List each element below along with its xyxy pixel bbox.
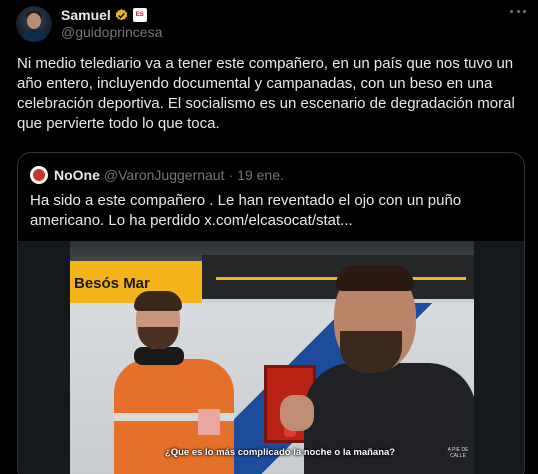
quoted-tweet[interactable]: NoOne @VaronJuggernaut · 19 ene. Ha sido…: [17, 152, 525, 474]
tweet-text: Ni medio telediario va a tener este comp…: [17, 55, 515, 132]
quote-handle[interactable]: @VaronJuggernaut: [104, 167, 225, 183]
quote-header: NoOne @VaronJuggernaut · 19 ene.: [30, 166, 284, 184]
author-avatar[interactable]: [16, 6, 52, 42]
quote-display-name[interactable]: NoOne: [54, 167, 100, 183]
video-frame: Besós Mar ¿Que es lo más complicado la n…: [70, 241, 474, 474]
author-display-name[interactable]: Samuel: [61, 7, 111, 23]
author-name-row: Samuel ES: [61, 6, 147, 24]
author-handle[interactable]: @guidoprincesa: [61, 24, 162, 40]
more-dots-icon[interactable]: [510, 9, 526, 13]
affiliate-badge-icon[interactable]: ES: [132, 8, 147, 22]
video-watermark: A PIE DE CALLE: [447, 447, 469, 459]
interviewer: [280, 265, 474, 474]
quote-avatar[interactable]: [30, 166, 48, 184]
quote-separator: ·: [228, 167, 234, 183]
video-subtitle: ¿Que es lo más complicado la noche o la …: [164, 447, 396, 458]
quote-video[interactable]: Besós Mar ¿Que es lo más complicado la n…: [18, 241, 524, 474]
tweet: Samuel ES @guidoprincesa Ni medio teledi…: [0, 0, 538, 474]
quote-timestamp[interactable]: 19 ene.: [237, 167, 284, 183]
verified-badge-icon: [115, 8, 128, 20]
quote-text: Ha sido a este compañero . Le han revent…: [30, 192, 462, 229]
station-sign-text: Besós Mar: [74, 275, 150, 292]
